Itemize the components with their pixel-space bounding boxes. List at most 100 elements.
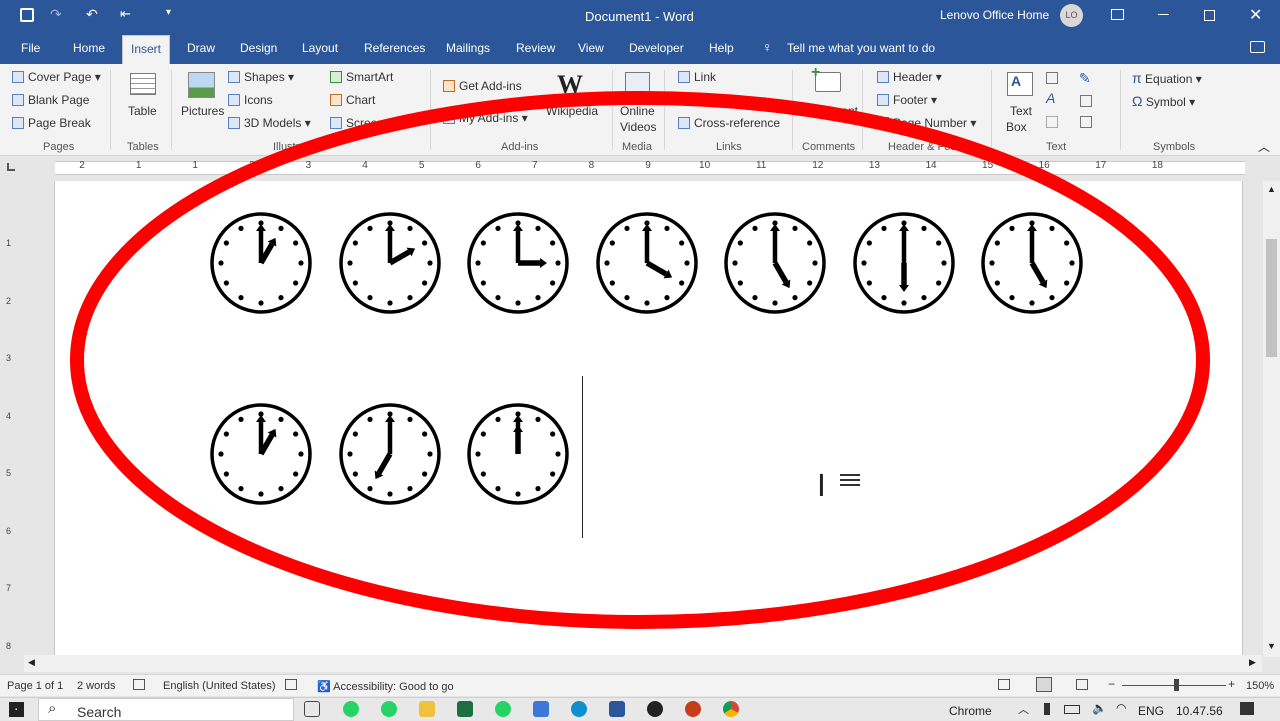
chrome-icon[interactable] <box>723 701 739 717</box>
date-time-icon[interactable] <box>1080 95 1092 107</box>
clock-face[interactable] <box>723 211 827 315</box>
tab-review[interactable]: Review <box>516 41 555 55</box>
restore-icon[interactable] <box>1204 10 1215 21</box>
screenshot-button[interactable]: Screensh <box>330 116 397 130</box>
header-button[interactable]: Header ▾ <box>877 70 942 84</box>
footer-button[interactable]: Footer ▾ <box>877 93 937 107</box>
web-layout-icon[interactable] <box>1076 679 1088 690</box>
volume-icon[interactable]: 🔈 <box>1092 701 1107 715</box>
tab-selector-icon[interactable] <box>7 163 15 171</box>
usb-icon[interactable] <box>1044 703 1050 715</box>
chart-button[interactable]: Chart <box>330 93 375 107</box>
minimize-icon[interactable] <box>1158 14 1169 15</box>
wikipedia-button[interactable]: Wikipedia <box>546 104 598 118</box>
file-explorer-icon[interactable] <box>419 701 435 717</box>
collapse-ribbon-icon[interactable]: ︿ <box>1258 138 1270 155</box>
clock-face[interactable] <box>338 211 442 315</box>
format-icon[interactable]: ⇤ <box>120 6 131 22</box>
my-addins-button[interactable]: My Add-ins ▾ <box>443 111 528 125</box>
scroll-down-icon[interactable]: ▼ <box>1267 641 1276 651</box>
proofing-icon[interactable] <box>133 679 145 690</box>
clock-face[interactable] <box>595 211 699 315</box>
windows-start-icon[interactable] <box>9 702 24 717</box>
scroll-up-icon[interactable]: ▲ <box>1267 184 1276 194</box>
whatsapp-web-icon[interactable] <box>381 701 397 717</box>
table-button[interactable]: Table <box>128 104 157 118</box>
account-name[interactable]: Lenovo Office Home <box>940 8 1049 22</box>
text-box-button[interactable]: Text <box>1010 104 1032 118</box>
clock-face[interactable] <box>466 402 570 506</box>
zoom-level[interactable]: 150% <box>1246 680 1274 692</box>
word-count[interactable]: 2 words <box>77 680 116 692</box>
active-app-label[interactable]: Chrome <box>949 704 992 718</box>
page-break-button[interactable]: Page Break <box>12 116 91 130</box>
3d-models-button[interactable]: 3D Models ▾ <box>228 116 311 130</box>
icons-button[interactable]: Icons <box>228 93 273 107</box>
cover-page-button[interactable]: Cover Page ▾ <box>12 70 101 84</box>
avatar[interactable]: LO <box>1060 4 1083 27</box>
object-icon[interactable] <box>1080 116 1092 128</box>
powerpoint-icon[interactable] <box>685 701 701 717</box>
ribbon-display-icon[interactable] <box>1111 9 1124 20</box>
horizontal-scrollbar[interactable]: ◀ ▶ <box>24 655 1262 672</box>
edge-icon[interactable] <box>571 701 587 717</box>
comment-button[interactable]: Comment <box>806 104 858 118</box>
online-videos-button[interactable]: Online <box>620 104 655 118</box>
zoom-in-button[interactable]: + <box>1228 677 1235 691</box>
blank-page-button[interactable]: Blank Page <box>12 93 89 107</box>
scroll-left-icon[interactable]: ◀ <box>28 657 35 668</box>
online-videos-button-line2[interactable]: Videos <box>620 120 656 134</box>
close-icon[interactable]: ✕ <box>1249 5 1262 25</box>
text-box-button-line2[interactable]: Box <box>1006 120 1027 134</box>
page-number-button[interactable]: Page Number ▾ <box>877 116 976 130</box>
scroll-right-icon[interactable]: ▶ <box>1249 657 1256 668</box>
taskbar-search[interactable]: ⌕ Search <box>38 698 294 721</box>
tab-design[interactable]: Design <box>240 41 277 55</box>
tab-mailings[interactable]: Mailings <box>446 41 490 55</box>
read-mode-icon[interactable] <box>998 679 1010 690</box>
clock-face[interactable] <box>852 211 956 315</box>
tab-home[interactable]: Home <box>73 41 105 55</box>
zoom-out-button[interactable]: − <box>1108 677 1115 691</box>
page-count[interactable]: Page 1 of 1 <box>7 680 63 692</box>
clock-face[interactable] <box>980 211 1084 315</box>
zoom-slider-thumb[interactable] <box>1174 679 1179 691</box>
drop-cap-icon[interactable] <box>1046 116 1058 128</box>
whatsapp-desktop-icon[interactable] <box>495 701 511 717</box>
tab-insert[interactable]: Insert <box>122 35 171 64</box>
clock-face[interactable] <box>209 211 313 315</box>
clock-face[interactable] <box>466 211 570 315</box>
redo-icon[interactable]: ↷ <box>50 6 62 23</box>
pictures-button[interactable]: Pictures <box>181 104 224 118</box>
tray-overflow-icon[interactable]: ︿ <box>1018 701 1029 717</box>
undo-icon[interactable]: ↶ <box>86 6 98 23</box>
notifications-icon[interactable] <box>1240 702 1254 715</box>
tab-developer[interactable]: Developer <box>629 41 684 55</box>
print-layout-icon[interactable] <box>1036 677 1052 692</box>
language-status[interactable]: English (United States) <box>163 680 276 692</box>
battery-icon[interactable] <box>1064 705 1080 714</box>
customize-icon[interactable]: ▾ <box>166 7 171 18</box>
smartart-button[interactable]: SmartArt <box>330 70 393 84</box>
scroll-thumb[interactable] <box>1266 239 1277 357</box>
wifi-icon[interactable]: ◠ <box>1116 701 1126 715</box>
comments-icon[interactable] <box>1250 41 1265 53</box>
vertical-scrollbar[interactable]: ▲ ▼ <box>1263 181 1280 657</box>
get-addins-button[interactable]: Get Add-ins <box>443 79 522 93</box>
whatsapp-icon[interactable] <box>343 701 359 717</box>
link-button[interactable]: Link <box>678 70 716 84</box>
obs-icon[interactable] <box>647 701 663 717</box>
clock-time[interactable]: 10.47.56 <box>1176 704 1223 718</box>
screen-sketch-icon[interactable] <box>533 701 549 717</box>
tab-view[interactable]: View <box>578 41 604 55</box>
equation-button[interactable]: π Equation ▾ <box>1132 70 1202 86</box>
task-view-icon[interactable] <box>304 701 320 717</box>
word-icon[interactable] <box>609 701 625 717</box>
macro-icon[interactable] <box>285 679 297 690</box>
shapes-button[interactable]: Shapes ▾ <box>228 70 294 84</box>
cross-reference-button[interactable]: Cross-reference <box>678 116 780 130</box>
tab-layout[interactable]: Layout <box>302 41 338 55</box>
tab-file[interactable]: File <box>21 41 40 55</box>
input-language[interactable]: ENG <box>1138 704 1164 718</box>
clock-face[interactable] <box>338 402 442 506</box>
